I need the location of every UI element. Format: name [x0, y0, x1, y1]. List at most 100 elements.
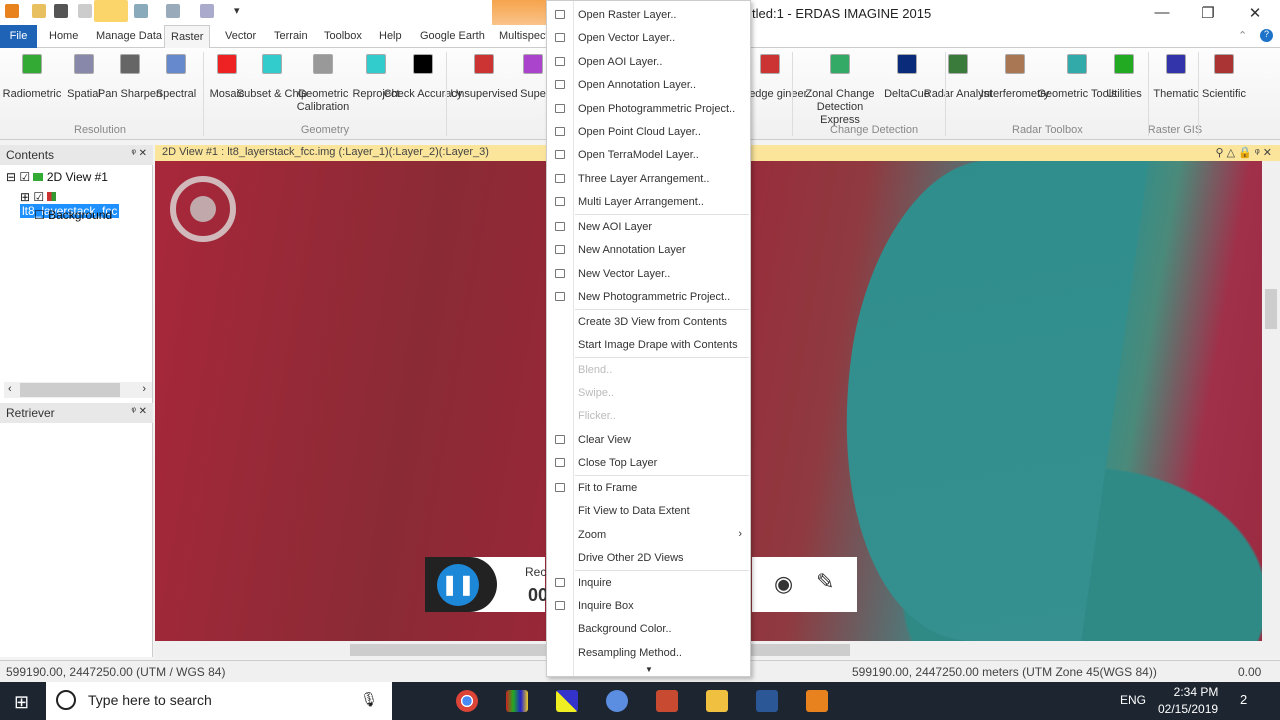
chrome-icon[interactable] [456, 690, 478, 712]
menu-item-inquire[interactable]: Inquire [547, 571, 750, 593]
ribbon-group-label: Change Detection [830, 124, 919, 136]
tree-item-background[interactable]: ☐ Background [34, 208, 112, 222]
menu-item-fit-to-frame[interactable]: Fit to Frame [547, 476, 750, 498]
app-arrows-icon[interactable] [556, 690, 578, 712]
language-indicator[interactable]: ENG [1120, 693, 1146, 707]
menu-item-clear-view[interactable]: Clear View [547, 428, 750, 450]
menu-item-label: Drive Other 2D Views [578, 552, 684, 564]
menu-item-open-terramodel-layer[interactable]: Open TerraModel Layer.. [547, 143, 750, 165]
windows-start-icon[interactable]: ⊞ [14, 692, 29, 713]
close-button[interactable]: ✕ [1240, 4, 1270, 22]
menu-item-label: Flicker.. [578, 410, 616, 423]
menu-item-background-color[interactable]: Background Color.. [547, 617, 750, 639]
erdas-taskbar-icon[interactable] [806, 690, 828, 712]
tab-raster[interactable]: Raster [164, 25, 211, 48]
tab-vector[interactable]: Vector [219, 25, 262, 48]
new-vector-icon [555, 268, 565, 278]
zoom-out-icon[interactable] [166, 4, 180, 18]
tab-file[interactable]: File [0, 25, 37, 48]
menu-item-new-aoi-layer[interactable]: New AOI Layer [547, 215, 750, 237]
point-cloud-icon [555, 127, 565, 136]
view-controls-icons[interactable]: ⚲ △ 🔒 ᵠ ✕ [1216, 146, 1273, 159]
ribbon-button-icon [313, 54, 333, 74]
tab-terrain[interactable]: Terrain [268, 25, 314, 48]
taskbar-search[interactable]: Type here to search 🎙 [46, 682, 392, 720]
menu-item-three-layer-arrangement[interactable]: Three Layer Arrangement.. [547, 167, 750, 189]
tab-home[interactable]: Home [43, 25, 84, 48]
menu-item-drive-other-2d-views[interactable]: Drive Other 2D Views [547, 546, 750, 568]
app-cube-icon[interactable] [506, 690, 528, 712]
microphone-icon[interactable]: 🎙 [360, 691, 378, 708]
menu-item-label: Open Vector Layer.. [578, 32, 676, 45]
zoom-in-icon[interactable] [134, 4, 148, 18]
menu-item-close-top-layer[interactable]: Close Top Layer [547, 451, 750, 473]
tree-item-2d-view[interactable]: ⊟ ☑ 2D View #1 [6, 170, 108, 184]
menu-item-inquire-box[interactable]: Inquire Box [547, 594, 750, 616]
menu-item-label: New Annotation Layer [578, 244, 686, 257]
status-coords-left: 599190.00, 2447250.00 (UTM / WGS 84) [6, 665, 226, 679]
cortana-icon [56, 690, 76, 710]
menu-item-label: Open TerraModel Layer.. [578, 149, 699, 162]
ribbon-group-label: Resolution [74, 124, 126, 136]
raster-icon [555, 10, 565, 19]
pin-close-icons[interactable]: ᵠ ✕ [131, 148, 147, 159]
recorder-label: Rec [525, 565, 547, 579]
window-title: tled:1 - ERDAS IMAGINE 2015 [752, 6, 932, 21]
pencil-icon[interactable]: ✎ [816, 569, 834, 595]
pin-close-icons[interactable]: ᵠ ✕ [131, 406, 147, 417]
menu-item-open-annotation-layer[interactable]: Open Annotation Layer.. [547, 73, 750, 95]
menu-item-start-image-drape-with-contents[interactable]: Start Image Drape with Contents [547, 333, 750, 355]
tab-help[interactable]: Help [373, 25, 408, 48]
ribbon-button-icon [760, 54, 780, 74]
save-icon[interactable] [54, 4, 68, 18]
clock-date[interactable]: 02/15/2019 [1158, 702, 1218, 716]
clock-time[interactable]: 2:34 PM [1166, 685, 1226, 699]
open-icon[interactable] [32, 4, 46, 18]
contents-hscrollbar[interactable]: ‹ › [4, 382, 152, 398]
minimize-button[interactable]: — [1147, 4, 1177, 21]
menu-item-new-photogrammetric-project[interactable]: New Photogrammetric Project.. [547, 285, 750, 307]
menu-item-open-point-cloud-layer[interactable]: Open Point Cloud Layer.. [547, 120, 750, 142]
menu-item-new-annotation-layer[interactable]: New Annotation Layer [547, 238, 750, 260]
map-vscrollbar[interactable] [1262, 161, 1280, 641]
chromium-icon[interactable] [606, 690, 628, 712]
tab-manage-data[interactable]: Manage Data [90, 25, 168, 48]
menu-item-multi-layer-arrangement[interactable]: Multi Layer Arrangement.. [547, 190, 750, 212]
menu-item-open-raster-layer[interactable]: Open Raster Layer.. [547, 3, 750, 25]
notifications-icon[interactable]: 2 [1240, 692, 1247, 707]
new-annotation-icon [555, 245, 565, 255]
ribbon-button-scientific[interactable]: Scientific [1184, 48, 1264, 101]
webcam-icon[interactable]: ◉ [774, 571, 793, 597]
status-value: 0.00 [1238, 665, 1262, 679]
menu-item-resampling-method[interactable]: Resampling Method.. [547, 641, 750, 663]
pause-button[interactable]: ❚❚ [437, 564, 479, 606]
menu-scroll-down-icon[interactable]: ▼ [645, 665, 653, 674]
menu-item-zoom[interactable]: Zoom › [547, 523, 750, 545]
file-explorer-icon[interactable] [706, 690, 728, 712]
menu-item-create-3d-view-from-contents[interactable]: Create 3D View from Contents [547, 310, 750, 332]
select-tool-icon[interactable] [94, 0, 128, 22]
restore-button[interactable]: ❐ [1193, 4, 1223, 22]
menu-item-flicker: Flicker.. [547, 404, 750, 426]
ribbon-button-icon [1214, 54, 1234, 74]
menu-item-fit-view-to-data-extent[interactable]: Fit View to Data Extent [547, 499, 750, 521]
menu-item-open-photogrammetric-project[interactable]: Open Photogrammetric Project.. [547, 97, 750, 119]
help-icon[interactable]: ? [1260, 29, 1273, 42]
search-placeholder: Type here to search [88, 692, 212, 708]
ribbon-button-icon [262, 54, 282, 74]
menu-item-open-aoi-layer[interactable]: Open AOI Layer.. [547, 50, 750, 72]
word-icon[interactable] [756, 690, 778, 712]
menu-item-label: Background Color.. [578, 623, 672, 636]
customize-toolbar-icon[interactable]: ▾ [234, 4, 240, 17]
tab-toolbox[interactable]: Toolbox [318, 25, 368, 48]
menu-item-new-vector-layer[interactable]: New Vector Layer.. [547, 262, 750, 284]
pan-navigation-control[interactable] [170, 176, 236, 242]
collapse-ribbon-icon[interactable]: ⌃ [1238, 29, 1247, 42]
tab-google-earth[interactable]: Google Earth [414, 25, 491, 48]
eraser-icon[interactable] [200, 4, 214, 18]
menu-item-label: Close Top Layer [578, 457, 658, 470]
menu-item-open-vector-layer[interactable]: Open Vector Layer.. [547, 26, 750, 48]
undo-icon[interactable] [78, 4, 92, 18]
ribbon-button-icon [22, 54, 42, 74]
app-spiral-icon[interactable] [656, 690, 678, 712]
